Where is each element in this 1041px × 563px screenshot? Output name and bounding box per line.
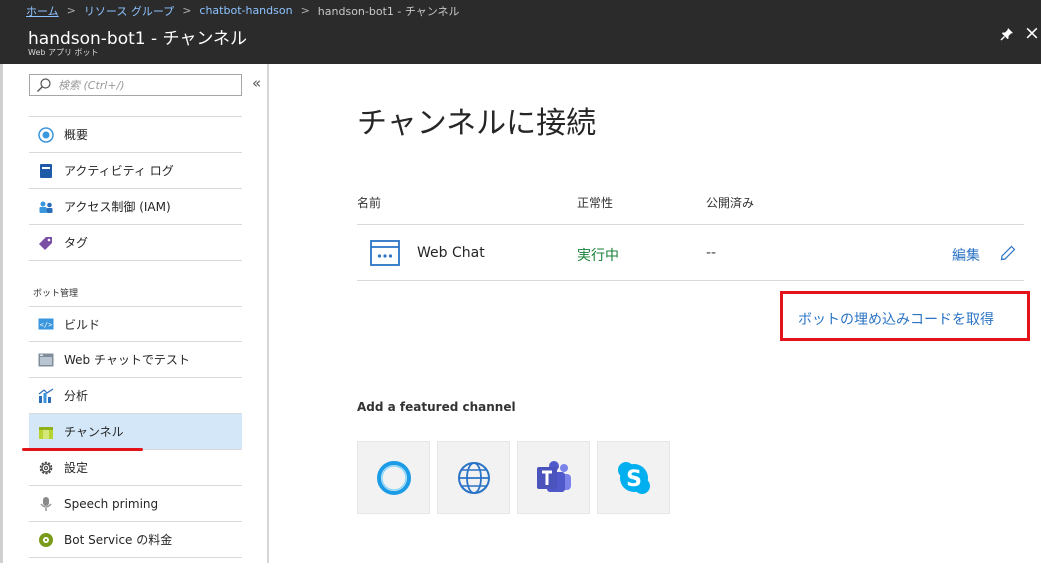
sidebar-item-label: チャンネル [64,425,124,439]
pencil-icon[interactable] [1000,245,1016,261]
sidebar-item-label: アクセス制御 (IAM) [64,200,171,214]
sidebar-item-channels[interactable]: チャンネル [29,414,242,450]
column-header-name: 名前 [357,196,382,210]
sidebar-item-build[interactable]: </> ビルド [29,306,242,342]
search-input[interactable] [58,78,228,92]
sidebar-item-label: Web チャットでテスト [64,353,190,367]
sidebar: « 概要 アクティビティ ログ アクセス制御 (IAM) タグ ボット管理 </… [0,64,269,563]
web-globe-icon [457,461,490,494]
webchat-icon [370,240,400,266]
code-icon: </> [38,316,54,332]
divider [357,224,1024,225]
add-web-channel-button[interactable] [437,441,510,514]
sidebar-item-activity-log[interactable]: アクティビティ ログ [29,153,242,189]
featured-channels-label: Add a featured channel [357,400,516,414]
column-header-health: 正常性 [577,196,614,210]
add-cortana-channel-button[interactable] [357,441,430,514]
divider [357,280,1024,281]
edit-channel-link[interactable]: 編集 [952,245,980,265]
sidebar-item-label: 設定 [64,461,89,475]
channels-icon [38,424,54,440]
sidebar-item-label: Speech priming [64,496,159,511]
content-heading: チャンネルに接続 [357,106,597,141]
search-icon [37,78,51,92]
gear-icon [38,460,54,476]
skype-icon: S [617,461,650,494]
sidebar-item-pricing[interactable]: Bot Service の料金 [29,522,242,558]
sidebar-edge [0,64,3,563]
breadcrumb-separator: > [300,4,310,17]
get-embed-code-link[interactable]: ボットの埋め込みコードを取得 [798,309,994,329]
breadcrumb-resource-groups[interactable]: リソース グループ [84,3,174,19]
pricing-icon [38,532,54,548]
sidebar-item-speech-priming[interactable]: Speech priming [29,486,242,522]
cortana-icon [376,460,411,495]
sidebar-item-label: ビルド [64,317,101,332]
add-teams-channel-button[interactable] [517,441,590,514]
breadcrumb-separator: > [66,4,76,17]
breadcrumb-resource-group[interactable]: chatbot-handson [199,4,292,17]
teams-icon [536,460,571,492]
sidebar-item-settings[interactable]: 設定 [29,450,242,486]
sidebar-item-tags[interactable]: タグ [29,225,242,261]
add-skype-channel-button[interactable]: S [597,441,670,514]
sidebar-item-label: タグ [64,236,89,250]
microphone-icon [38,496,54,512]
section-label-bot-management: ボット管理 [33,289,79,299]
selection-underline-annotation [22,448,143,451]
info-icon [38,126,54,143]
page-subtitle: Web アプリ ボット [28,48,99,57]
webchat-test-icon [38,352,54,368]
close-icon[interactable]: × [1024,23,1040,43]
channel-status: 実行中 [577,248,619,264]
main-content: チャンネルに接続 名前 正常性 公開済み Web Chat 実行中 -- 編集 … [271,64,1041,563]
channel-name: Web Chat [417,245,485,261]
breadcrumb-current: handson-bot1 - チャンネル [317,4,460,18]
svg-text:S: S [626,467,642,492]
activity-log-icon [38,163,54,179]
sidebar-item-overview[interactable]: 概要 [29,117,242,153]
sidebar-item-label: 概要 [64,128,89,142]
sidebar-item-test-webchat[interactable]: Web チャットでテスト [29,342,242,378]
sidebar-item-label: 分析 [64,389,89,403]
search-box[interactable] [29,74,242,96]
breadcrumb-home[interactable]: ホーム [26,3,59,19]
channel-published: -- [706,245,717,261]
page-title: handson-bot1 - チャンネル [28,29,248,49]
pin-icon[interactable] [1000,27,1014,41]
blade-header: handson-bot1 - チャンネル Web アプリ ボット × [0,21,1041,64]
column-header-published: 公開済み [706,196,755,210]
sidebar-item-analytics[interactable]: 分析 [29,378,242,414]
users-icon [38,199,54,215]
sidebar-item-iam[interactable]: アクセス制御 (IAM) [29,189,242,225]
svg-text:</>: </> [40,321,53,329]
breadcrumb: ホーム > リソース グループ > chatbot-handson > hand… [0,0,1041,21]
analytics-icon [38,388,54,404]
collapse-sidebar-icon[interactable]: « [252,74,261,92]
sidebar-item-label: Bot Service の料金 [64,533,173,547]
sidebar-item-label: アクティビティ ログ [64,164,174,178]
tag-icon [38,235,54,251]
breadcrumb-separator: > [182,4,192,17]
